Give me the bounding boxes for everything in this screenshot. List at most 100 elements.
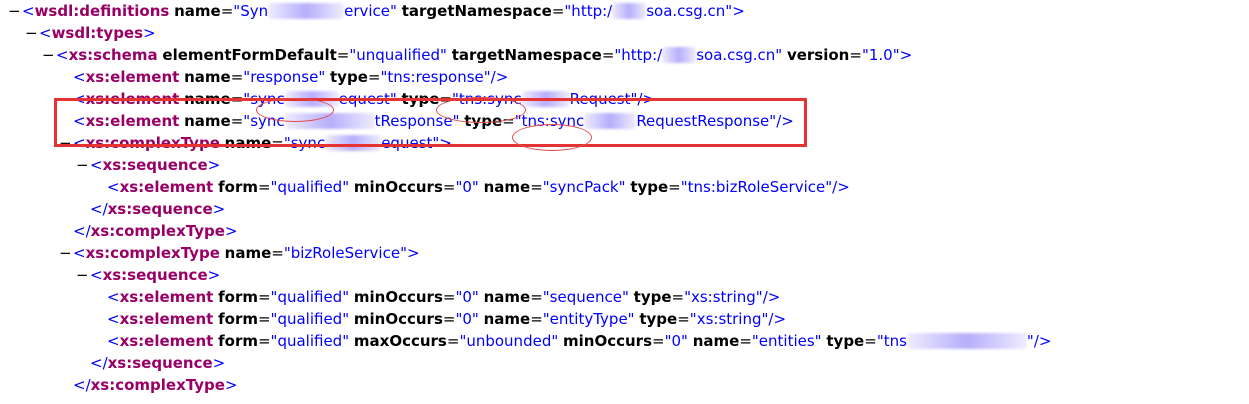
xml-bracket: />: [490, 68, 509, 86]
xml-bracket: </: [90, 354, 108, 372]
xml-attribute-name: version: [786, 46, 850, 64]
xml-attribute-name: name: [174, 2, 221, 20]
redacted-blur: [268, 3, 345, 19]
xml-line: −<xs:sequence>: [76, 154, 220, 176]
xml-attribute-value: ervice": [344, 2, 397, 20]
xml-tag-name: xs:complexType: [90, 376, 225, 394]
xml-line: <xs:element form="qualified" minOccurs="…: [93, 286, 780, 308]
xml-equals: =: [652, 332, 665, 350]
xml-attribute-name: maxOccurs: [353, 332, 447, 350]
redacted-blur: [612, 3, 647, 19]
xml-line: </xs:complexType>: [59, 220, 238, 242]
xml-attribute-name: minOccurs: [353, 288, 443, 306]
xml-bracket: >: [406, 244, 420, 262]
xml-attribute-name: type: [330, 68, 368, 86]
xml-tag-name: wsdl:types: [51, 24, 144, 42]
xml-bracket: </: [90, 200, 108, 218]
xml-attribute-name: type: [630, 178, 669, 196]
xml-attribute-value: "0": [664, 332, 688, 350]
xml-equals: =: [271, 244, 284, 262]
xml-bracket: <: [73, 244, 86, 262]
redacted-blur: [906, 333, 1027, 349]
xml-line: <xs:element form="qualified" maxOccurs="…: [93, 330, 1051, 352]
xml-attribute-value: "bizRoleService": [283, 244, 407, 262]
xml-attribute-name: name: [483, 178, 531, 196]
xml-tree-viewer: −<wsdl:definitions name="Syn ervice" targ…: [0, 0, 1249, 404]
xml-attribute-name: minOccurs: [563, 332, 653, 350]
xml-attribute-value: "response": [243, 68, 326, 86]
xml-bracket: >: [224, 222, 238, 240]
xml-equals: =: [530, 178, 543, 196]
xml-equals: =: [677, 310, 690, 328]
xml-attribute-value: "http:/: [614, 46, 663, 64]
xml-equals: =: [220, 2, 234, 20]
xml-equals: =: [257, 332, 271, 350]
xml-attribute-value: "unqualified": [349, 46, 447, 64]
xml-equals: =: [230, 68, 244, 86]
xml-line: <xs:element name="response" type="tns:re…: [59, 66, 508, 88]
xml-attribute-value: "qualified": [270, 178, 350, 196]
xml-attribute-name: type: [633, 288, 672, 306]
xml-bracket: <: [90, 266, 103, 284]
xml-tag-name: wsdl:definitions: [34, 2, 170, 20]
xml-attribute-value: "qualified": [270, 310, 350, 328]
xml-equals: =: [367, 68, 381, 86]
xml-tag-name: xs:sequence: [102, 156, 208, 174]
xml-line: </xs:sequence>: [76, 352, 225, 374]
xml-line: −<wsdl:types>: [25, 22, 156, 44]
xml-equals: =: [336, 46, 350, 64]
xml-bracket: <: [107, 178, 120, 196]
xml-attribute-name: name: [483, 310, 531, 328]
xml-tag-name: xs:schema: [68, 46, 158, 64]
xml-attribute-value: "sequence": [542, 288, 629, 306]
annotation-ellipse-type-1: [436, 97, 526, 123]
collapse-toggle-icon[interactable]: −: [59, 242, 73, 264]
collapse-toggle-icon[interactable]: −: [76, 154, 90, 176]
xml-attribute-value: "0": [455, 288, 479, 306]
xml-bracket: />: [768, 310, 787, 328]
annotation-ellipse-type-2: [512, 124, 592, 151]
xml-tag-name: xs:sequence: [102, 266, 208, 284]
xml-tag-name: xs:complexType: [85, 244, 220, 262]
xml-attribute-value: "xs:string": [689, 310, 769, 328]
xml-attribute-value: "0": [455, 178, 479, 196]
xml-line: −<xs:schema elementFormDefault="unqualif…: [42, 44, 912, 66]
xml-bracket: </: [73, 376, 91, 394]
xml-attribute-value: "http:/: [564, 2, 613, 20]
xml-bracket: </: [73, 222, 91, 240]
xml-bracket: <: [107, 332, 120, 350]
xml-attribute-value: "qualified": [270, 332, 350, 350]
xml-bracket: />: [1033, 332, 1052, 350]
xml-tag-name: xs:element: [119, 178, 214, 196]
xml-attribute-value: soa.csg.cn": [696, 46, 783, 64]
collapse-toggle-icon[interactable]: −: [25, 22, 39, 44]
xml-attribute-name: form: [218, 178, 258, 196]
xml-bracket: />: [762, 288, 781, 306]
xml-equals: =: [849, 46, 862, 64]
xml-attribute-name: type: [639, 310, 678, 328]
xml-attribute-name: form: [218, 288, 258, 306]
xml-bracket: >: [207, 266, 221, 284]
xml-attribute-name: targetNamespace: [401, 2, 552, 20]
xml-line: −<wsdl:definitions name="Syn ervice" targ…: [8, 0, 745, 22]
xml-equals: =: [257, 288, 271, 306]
xml-equals: =: [739, 332, 752, 350]
xml-tag-name: xs:element: [119, 288, 214, 306]
collapse-toggle-icon[interactable]: −: [76, 264, 90, 286]
xml-bracket: >: [212, 354, 226, 372]
collapse-toggle-icon[interactable]: −: [8, 0, 22, 22]
xml-attribute-value: "xs:string": [684, 288, 763, 306]
redacted-blur: [662, 47, 697, 63]
xml-equals: =: [671, 288, 685, 306]
xml-attribute-name: elementFormDefault: [162, 46, 337, 64]
xml-equals: =: [668, 178, 681, 196]
xml-bracket: >: [207, 156, 221, 174]
xml-line: <xs:element form="qualified" minOccurs="…: [93, 308, 786, 330]
xml-attribute-value: soa.csg.cn": [646, 2, 733, 20]
xml-attribute-name: minOccurs: [353, 178, 443, 196]
xml-equals: =: [601, 46, 615, 64]
collapse-toggle-icon[interactable]: −: [42, 44, 56, 66]
xml-attribute-value: "Syn: [233, 2, 269, 20]
xml-tag-name: xs:sequence: [107, 200, 213, 218]
xml-attribute-name: form: [218, 310, 258, 328]
